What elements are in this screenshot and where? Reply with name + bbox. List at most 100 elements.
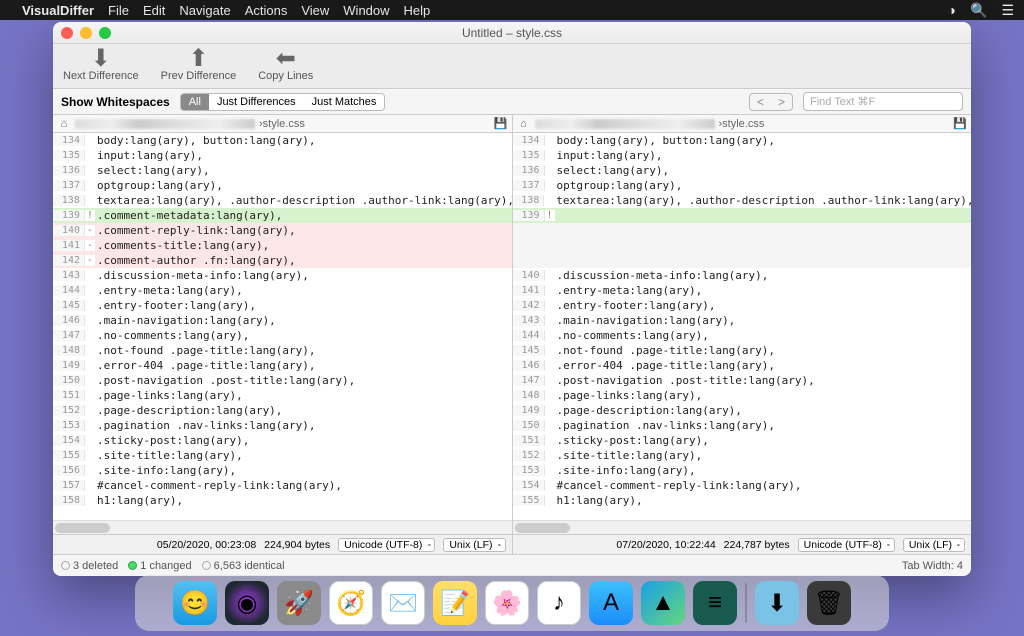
- code-line[interactable]: 152.page-description:lang(ary),: [53, 403, 512, 418]
- right-hscroll[interactable]: [513, 520, 972, 534]
- copy-lines-button[interactable]: ⬅ Copy Lines: [258, 48, 313, 82]
- close-button[interactable]: [61, 27, 73, 39]
- code-line[interactable]: 142.entry-footer:lang(ary),: [513, 298, 972, 313]
- search-input[interactable]: Find Text ⌘F: [803, 92, 963, 111]
- code-line[interactable]: 137optgroup:lang(ary),: [513, 178, 972, 193]
- code-line[interactable]: 136select:lang(ary),: [53, 163, 512, 178]
- code-line[interactable]: 150.pagination .nav-links:lang(ary),: [513, 418, 972, 433]
- code-line[interactable]: 143.main-navigation:lang(ary),: [513, 313, 972, 328]
- code-line[interactable]: 151.page-links:lang(ary),: [53, 388, 512, 403]
- code-line[interactable]: 157#cancel-comment-reply-link:lang(ary),: [53, 478, 512, 493]
- code-line[interactable]: 137optgroup:lang(ary),: [53, 178, 512, 193]
- code-line[interactable]: 140-.comment-reply-link:lang(ary),: [53, 223, 512, 238]
- code-line[interactable]: 141-.comments-title:lang(ary),: [53, 238, 512, 253]
- menu-actions[interactable]: Actions: [245, 3, 288, 18]
- code-line[interactable]: 138textarea:lang(ary), .author-descripti…: [53, 193, 512, 208]
- app-name[interactable]: VisualDiffer: [22, 3, 94, 18]
- code-line[interactable]: 151.sticky-post:lang(ary),: [513, 433, 972, 448]
- left-hscroll[interactable]: [53, 520, 512, 534]
- code-line[interactable]: 149.page-description:lang(ary),: [513, 403, 972, 418]
- left-path[interactable]: ⌂ › style.css 💾: [53, 115, 513, 132]
- code-line[interactable]: 155.site-title:lang(ary),: [53, 448, 512, 463]
- code-line[interactable]: 145.not-found .page-title:lang(ary),: [513, 343, 972, 358]
- dock-photos-icon[interactable]: 🌸: [485, 581, 529, 625]
- code-line[interactable]: 158h1:lang(ary),: [53, 493, 512, 508]
- code-line[interactable]: 153.pagination .nav-links:lang(ary),: [53, 418, 512, 433]
- code-line[interactable]: 140.discussion-meta-info:lang(ary),: [513, 268, 972, 283]
- menu-help[interactable]: Help: [404, 3, 431, 18]
- code-line[interactable]: 155h1:lang(ary),: [513, 493, 972, 508]
- code-line[interactable]: 143.discussion-meta-info:lang(ary),: [53, 268, 512, 283]
- code-line[interactable]: 139!.comment-metadata:lang(ary),: [53, 208, 512, 223]
- code-line[interactable]: 135input:lang(ary),: [513, 148, 972, 163]
- dock-downloads-icon[interactable]: ⬇: [755, 581, 799, 625]
- left-encoding-select[interactable]: Unicode (UTF-8): [338, 538, 435, 552]
- code-line[interactable]: 142-.comment-author .fn:lang(ary),: [53, 253, 512, 268]
- filter-just-match[interactable]: Just Matches: [304, 94, 385, 110]
- save-right-icon[interactable]: 💾: [953, 117, 967, 130]
- code-line[interactable]: 135input:lang(ary),: [53, 148, 512, 163]
- code-line[interactable]: 139!: [513, 208, 972, 223]
- dock-trash-icon[interactable]: 🗑: [807, 581, 851, 625]
- code-line[interactable]: 144.no-comments:lang(ary),: [513, 328, 972, 343]
- menu-navigate[interactable]: Navigate: [179, 3, 230, 18]
- menu-window[interactable]: Window: [343, 3, 389, 18]
- right-path[interactable]: ⌂ › style.css 💾: [513, 115, 972, 132]
- code-line[interactable]: [513, 238, 972, 253]
- code-line[interactable]: 138textarea:lang(ary), .author-descripti…: [513, 193, 972, 208]
- menu-file[interactable]: File: [108, 3, 129, 18]
- dock-visualdiffer-icon[interactable]: ≡: [693, 581, 737, 625]
- filter-segment[interactable]: All Just Differences Just Matches: [180, 93, 386, 111]
- dock-mail-icon[interactable]: ✉️: [381, 581, 425, 625]
- prev-diff-button[interactable]: ⬆ Prev Difference: [161, 48, 237, 82]
- show-whitespaces-toggle[interactable]: Show Whitespaces: [61, 95, 170, 109]
- code-line[interactable]: 144.entry-meta:lang(ary),: [53, 283, 512, 298]
- dock-appstore-icon[interactable]: A: [589, 581, 633, 625]
- left-code[interactable]: 134body:lang(ary), button:lang(ary),135i…: [53, 133, 512, 520]
- menu-view[interactable]: View: [301, 3, 329, 18]
- code-line[interactable]: 134body:lang(ary), button:lang(ary),: [53, 133, 512, 148]
- dock-music-icon[interactable]: ♪: [537, 581, 581, 625]
- title-bar[interactable]: Untitled – style.css: [53, 22, 971, 44]
- code-line[interactable]: 149.error-404 .page-title:lang(ary),: [53, 358, 512, 373]
- list-icon[interactable]: ☰: [1001, 2, 1014, 19]
- filter-just-diff[interactable]: Just Differences: [209, 94, 304, 110]
- code-line[interactable]: 153.site-info:lang(ary),: [513, 463, 972, 478]
- code-line[interactable]: 148.not-found .page-title:lang(ary),: [53, 343, 512, 358]
- code-line[interactable]: 141.entry-meta:lang(ary),: [513, 283, 972, 298]
- code-line[interactable]: 146.main-navigation:lang(ary),: [53, 313, 512, 328]
- code-line[interactable]: 148.page-links:lang(ary),: [513, 388, 972, 403]
- dock-launchpad-icon[interactable]: 🚀: [277, 581, 321, 625]
- code-line[interactable]: 152.site-title:lang(ary),: [513, 448, 972, 463]
- code-line[interactable]: [513, 223, 972, 238]
- code-line[interactable]: 154.sticky-post:lang(ary),: [53, 433, 512, 448]
- next-diff-button[interactable]: ⬇ Next Difference: [63, 48, 139, 82]
- left-eol-select[interactable]: Unix (LF): [443, 538, 505, 552]
- notifications-icon[interactable]: ◑: [948, 2, 956, 19]
- code-line[interactable]: 147.post-navigation .post-title:lang(ary…: [513, 373, 972, 388]
- code-line[interactable]: 154#cancel-comment-reply-link:lang(ary),: [513, 478, 972, 493]
- code-line[interactable]: 136select:lang(ary),: [513, 163, 972, 178]
- code-line[interactable]: 145.entry-footer:lang(ary),: [53, 298, 512, 313]
- code-line[interactable]: 150.post-navigation .post-title:lang(ary…: [53, 373, 512, 388]
- right-code[interactable]: 134body:lang(ary), button:lang(ary),135i…: [513, 133, 972, 520]
- code-line[interactable]: 134body:lang(ary), button:lang(ary),: [513, 133, 972, 148]
- dock-safari-icon[interactable]: 🧭: [329, 581, 373, 625]
- search-icon[interactable]: 🔍: [970, 2, 987, 19]
- code-line[interactable]: 146.error-404 .page-title:lang(ary),: [513, 358, 972, 373]
- dock-notes-icon[interactable]: 📝: [433, 581, 477, 625]
- save-left-icon[interactable]: 💾: [494, 117, 508, 130]
- zoom-button[interactable]: [99, 27, 111, 39]
- filter-all[interactable]: All: [181, 94, 209, 110]
- dock-siri-icon[interactable]: ◉: [225, 581, 269, 625]
- code-line[interactable]: 147.no-comments:lang(ary),: [53, 328, 512, 343]
- code-line[interactable]: 156.site-info:lang(ary),: [53, 463, 512, 478]
- menu-edit[interactable]: Edit: [143, 3, 165, 18]
- code-line[interactable]: [513, 253, 972, 268]
- nav-next-button[interactable]: >: [771, 94, 792, 110]
- right-eol-select[interactable]: Unix (LF): [903, 538, 965, 552]
- nav-prev-button[interactable]: <: [750, 94, 771, 110]
- right-encoding-select[interactable]: Unicode (UTF-8): [798, 538, 895, 552]
- dock-finder-icon[interactable]: 😊: [173, 581, 217, 625]
- dock-maps-icon[interactable]: ▲: [641, 581, 685, 625]
